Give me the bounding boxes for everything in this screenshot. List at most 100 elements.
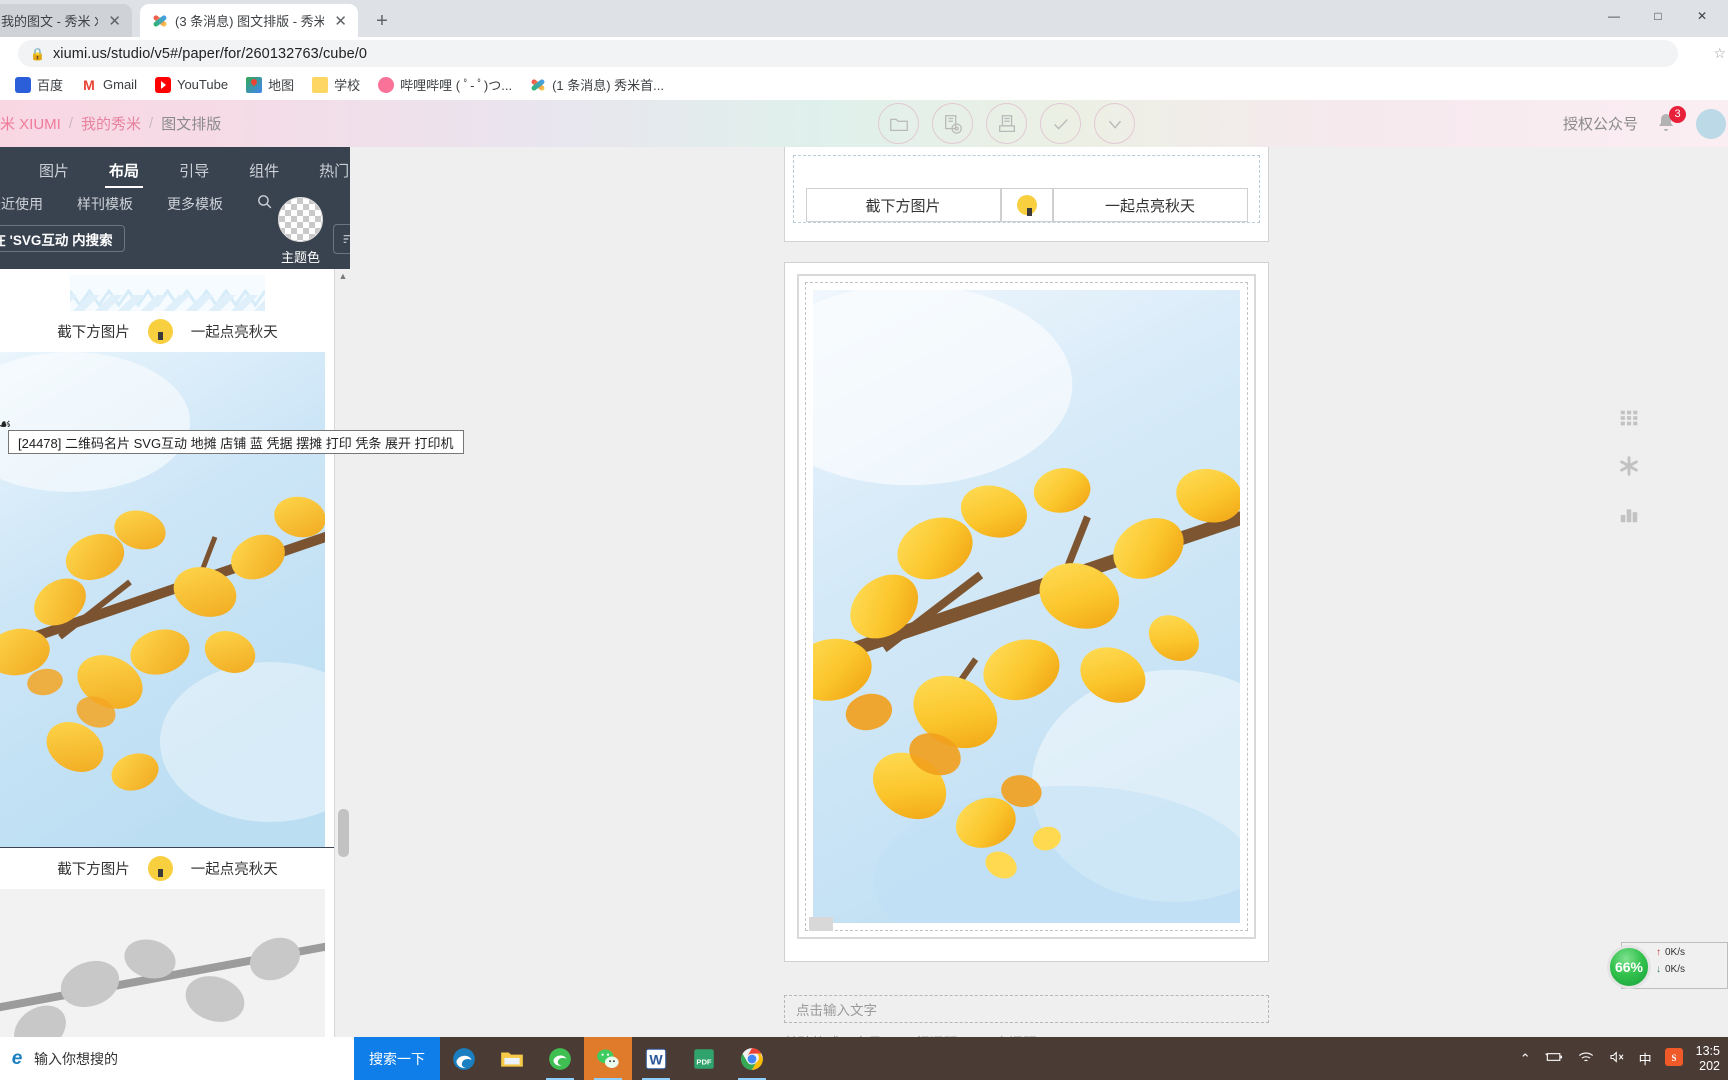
ginkgo-photo-thumbnail[interactable] xyxy=(0,352,325,847)
module-caption-row: 截下方图片 一起点亮秋天 xyxy=(794,188,1259,222)
close-window-button[interactable]: ✕ xyxy=(1682,9,1722,23)
browser-tab-0[interactable]: 我的图文 - 秀米 XIUM ✕ xyxy=(0,4,132,37)
word-icon[interactable]: W xyxy=(632,1037,680,1080)
clock[interactable]: 13:5 202 xyxy=(1696,1044,1720,1074)
header-right: 授权公众号 3 xyxy=(1563,100,1728,147)
windows-taskbar: e 输入你想搜的 搜索一下 W PDF ⌃ 中 S 13:5 202 xyxy=(0,1037,1728,1080)
browser-360-icon[interactable] xyxy=(536,1037,584,1080)
breadcrumb: 米 XIUMI / 我的秀米 / 图文排版 xyxy=(0,113,221,134)
scope-search-button[interactable]: ▼ 在 'SVG互动 内搜索 xyxy=(0,225,125,252)
maximize-button[interactable]: □ xyxy=(1638,9,1678,23)
print-icon[interactable] xyxy=(986,103,1027,144)
template-tooltip: [24478] 二维码名片 SVG互动 地摊 店铺 蓝 凭据 摆摊 打印 凭条 … xyxy=(8,430,464,454)
clock-time: 13:5 xyxy=(1695,1043,1720,1058)
address-bar[interactable]: 🔒 xiumi.us/studio/v5#/paper/for/26013276… xyxy=(18,40,1678,67)
close-icon[interactable]: ✕ xyxy=(105,12,124,30)
bookmark-xiumi[interactable]: (1 条消息) 秀米首... xyxy=(521,72,673,97)
lock-icon: 🔒 xyxy=(30,46,45,61)
asterisk-icon[interactable] xyxy=(1616,453,1642,479)
file-explorer-icon[interactable] xyxy=(488,1037,536,1080)
bookmark-bilibili[interactable]: 哔哩哔哩 ( ﾟ- ﾟ)つ... xyxy=(369,72,521,97)
upload-rate: 0K/s xyxy=(1665,947,1686,958)
tab-card[interactable]: 卡片 xyxy=(0,155,19,190)
yellow-dot-cell[interactable] xyxy=(1000,188,1053,222)
ime-indicator[interactable]: 中 xyxy=(1639,1049,1652,1068)
template-caption-row: 截下方图片 一起点亮秋天 xyxy=(0,848,334,889)
close-icon[interactable]: ✕ xyxy=(331,12,350,30)
list-item[interactable]: 截下方图片 一起点亮秋天 xyxy=(0,275,334,848)
avatar[interactable] xyxy=(1696,108,1726,139)
check-icon[interactable] xyxy=(1040,103,1081,144)
svg-text:PDF: PDF xyxy=(696,1057,712,1066)
scroll-up-arrow[interactable]: ▲ xyxy=(336,271,350,281)
download-arrow-icon: ↓ xyxy=(1656,964,1661,975)
scrollbar-thumb[interactable] xyxy=(338,809,349,857)
bookmark-maps[interactable]: 地图 xyxy=(237,72,303,97)
bookmark-school[interactable]: 学校 xyxy=(303,72,369,97)
caption-right[interactable]: 一起点亮秋天 xyxy=(1052,188,1248,222)
bookmark-youtube[interactable]: YouTube xyxy=(146,74,237,96)
pdf-icon[interactable]: PDF xyxy=(680,1037,728,1080)
browser-tab-1[interactable]: (3 条消息) 图文排版 - 秀米 XIUM ✕ xyxy=(140,4,358,37)
template-list[interactable]: 截下方图片 一起点亮秋天 截下方图片 一起点亮秋天 xyxy=(0,269,335,1080)
save-disk-icon[interactable] xyxy=(932,103,973,144)
grid-icon[interactable] xyxy=(1616,405,1642,431)
baidu-icon xyxy=(15,76,31,93)
chevron-down-icon[interactable] xyxy=(1094,103,1135,144)
subtab-more[interactable]: 更多模板 xyxy=(150,190,240,218)
ginkgo-photo-svg xyxy=(0,352,325,847)
battery-icon[interactable] xyxy=(1544,1050,1564,1067)
edge-icon[interactable] xyxy=(440,1037,488,1080)
brand-label[interactable]: 米 XIUMI xyxy=(0,113,61,134)
tab-guide[interactable]: 引导 xyxy=(159,155,229,190)
xiumi-icon xyxy=(530,77,546,93)
subtab-sample[interactable]: 样刊模板 xyxy=(60,190,150,218)
tab-component[interactable]: 组件 xyxy=(229,155,299,190)
search-submit-button[interactable]: 搜索一下 xyxy=(354,1037,440,1080)
text-input-placeholder[interactable]: 点击输入文字 xyxy=(784,995,1269,1023)
minimize-button[interactable]: — xyxy=(1594,9,1634,23)
bookmark-baidu[interactable]: 百度 xyxy=(6,72,72,97)
yellow-dot xyxy=(1016,195,1037,216)
template-list-scrollbar[interactable]: ▲ ▼ xyxy=(336,269,350,1080)
bell-icon[interactable]: 3 xyxy=(1654,105,1686,137)
paper-module-top[interactable]: 截下方图片 一起点亮秋天 xyxy=(784,147,1269,242)
taskbar-search[interactable]: e 输入你想搜的 搜索一下 xyxy=(0,1037,440,1080)
bookmark-label: 哔哩哔哩 ( ﾟ- ﾟ)つ... xyxy=(400,78,513,93)
search-input[interactable]: 输入你想搜的 xyxy=(34,1049,354,1069)
tab-title: (3 条消息) 图文排版 - 秀米 XIUM xyxy=(175,14,325,29)
ginkgo-photo-canvas[interactable] xyxy=(813,290,1240,923)
bookmark-gmail[interactable]: M Gmail xyxy=(72,74,146,96)
wifi-icon[interactable] xyxy=(1577,1050,1595,1067)
tab-layout[interactable]: 布局 xyxy=(89,155,159,190)
network-monitor-widget[interactable]: 66% ↑ ↓ 0K/s 0K/s xyxy=(1607,942,1728,989)
header-toolbar xyxy=(878,103,1135,144)
star-icon[interactable]: ☆ xyxy=(1713,45,1726,62)
bar-chart-icon[interactable] xyxy=(1616,501,1642,527)
folder-icon[interactable] xyxy=(878,103,919,144)
chrome-icon[interactable] xyxy=(728,1037,776,1080)
address-text: xiumi.us/studio/v5#/paper/for/260132763/… xyxy=(52,45,368,62)
auth-public-account-link[interactable]: 授权公众号 xyxy=(1563,113,1638,134)
volume-muted-icon[interactable] xyxy=(1608,1050,1626,1067)
breadcrumb-item-mine[interactable]: 我的秀米 xyxy=(81,113,141,134)
scope-search-label: 在 'SVG互动 内搜索 xyxy=(0,232,113,248)
resize-handle[interactable] xyxy=(809,917,833,931)
caption-left[interactable]: 截下方图片 xyxy=(805,188,1001,222)
theme-color-picker[interactable]: 主题色 xyxy=(267,197,334,266)
theme-color-swatch[interactable] xyxy=(278,197,323,242)
tab-image[interactable]: 图片 xyxy=(19,155,89,190)
wechat-icon[interactable] xyxy=(584,1037,632,1080)
breadcrumb-item-editor[interactable]: 图文排版 xyxy=(161,113,221,134)
yellow-dot xyxy=(147,319,173,344)
paper-module-image[interactable] xyxy=(784,262,1269,962)
bookmark-label: YouTube xyxy=(176,77,229,92)
template-caption-row: 截下方图片 一起点亮秋天 xyxy=(0,311,334,352)
chevron-up-icon[interactable]: ⌃ xyxy=(1520,1051,1531,1067)
template-filter-row: ← → ▼ 在 'SVG互动 内搜索 xyxy=(0,225,125,252)
sogou-icon[interactable]: S xyxy=(1664,1048,1683,1069)
breadcrumb-separator: / xyxy=(149,115,154,132)
subtab-recent[interactable]: 最近使用 xyxy=(0,190,60,218)
bookmark-label: 学校 xyxy=(334,78,361,93)
new-tab-button[interactable]: + xyxy=(368,8,396,36)
